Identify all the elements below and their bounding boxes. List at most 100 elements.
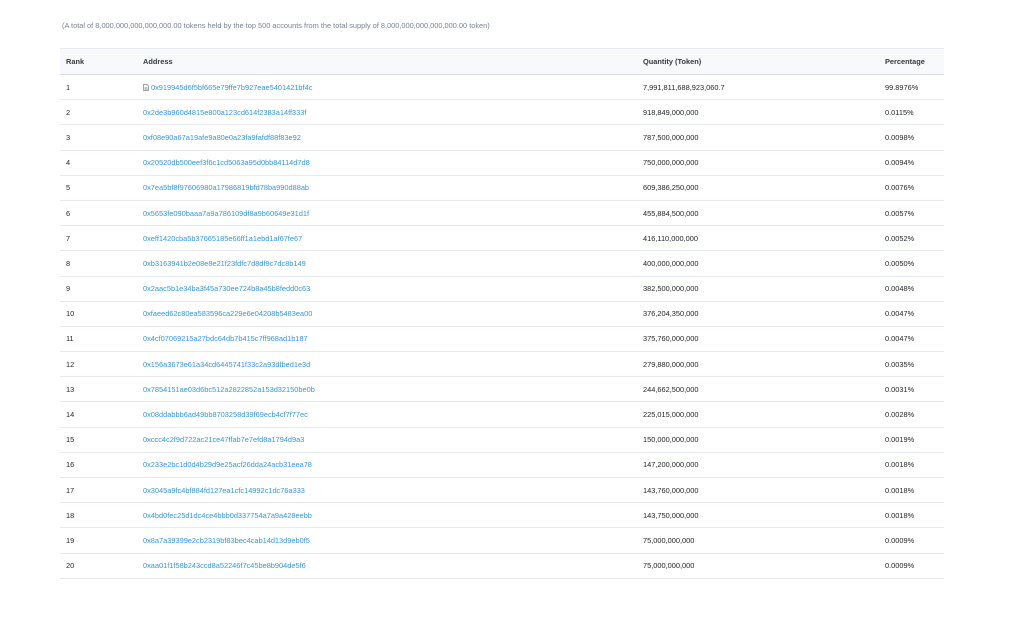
address-link[interactable]: 0x2aac5b1e34ba3f45a730ee724b8a45b8fedd0c… xyxy=(143,284,310,293)
quantity-cell: 279,880,000,000 xyxy=(637,351,885,378)
token-holders-page: (A total of 8,000,000,000,000,000.00 tok… xyxy=(0,0,1024,632)
percentage-cell: 0.0057% xyxy=(885,200,944,227)
quantity-cell: 609,386,250,000 xyxy=(637,175,885,201)
table-row: 6 0x5653fe090baaa7a9a786109df8a9b60649e3… xyxy=(60,200,944,227)
percentage-cell: 0.0047% xyxy=(885,301,944,327)
rank-cell: 20 xyxy=(60,553,137,579)
percentage-cell: 0.0018% xyxy=(885,477,944,504)
rank-cell: 19 xyxy=(60,527,137,554)
address-link[interactable]: 0x7ea5bf8f97606980a17986819bfd78ba990d88… xyxy=(143,183,309,192)
address-link[interactable]: 0x3045a9fc4bf884fd127ea1cfc14992c1dc76a3… xyxy=(143,486,305,495)
quantity-cell: 75,000,000,000 xyxy=(637,527,885,554)
rank-cell: 13 xyxy=(60,376,137,403)
address-link[interactable]: 0xfaeed62c80ea583596ca229e6e04208b5483ea… xyxy=(143,309,312,318)
table-row: 8 0xb3163941b2e08e8e21f23fdfc7d8df9c7dc8… xyxy=(60,250,944,277)
percentage-cell: 0.0048% xyxy=(885,276,944,302)
rank-cell: 8 xyxy=(60,250,137,277)
quantity-cell: 376,204,350,000 xyxy=(637,301,885,327)
rank-cell: 2 xyxy=(60,99,137,126)
address-link[interactable]: 0x2de3b960d4815e800a123cd614f2383a14ff33… xyxy=(143,108,306,117)
rank-cell: 16 xyxy=(60,452,137,479)
quantity-cell: 400,000,000,000 xyxy=(637,250,885,277)
address-link[interactable]: 0x919945d6f5bf665e79ffe7b927eae5401421bf… xyxy=(151,83,312,92)
address-link[interactable]: 0xf08e90a67a19afe9a80e0a23fa9fafdf88f83e… xyxy=(143,133,301,142)
table-row: 16 0x233e2bc1d0d4b29d9e25acf26dda24acb31… xyxy=(60,452,944,479)
quantity-cell: 918,849,000,000 xyxy=(637,99,885,126)
holders-summary: (A total of 8,000,000,000,000,000.00 tok… xyxy=(62,21,490,30)
address-cell: 0x7ea5bf8f97606980a17986819bfd78ba990d88… xyxy=(137,175,637,201)
address-column-header: Address xyxy=(137,48,637,75)
percentage-cell: 0.0031% xyxy=(885,376,944,403)
percentage-cell: 0.0115% xyxy=(885,99,944,126)
table-row: 7 0xeff1420cba5b37665185e66ff1a1ebd1af67… xyxy=(60,225,944,252)
address-link[interactable]: 0xccc4c2f9d722ac21ce47ffab7e7efd8a1794d9… xyxy=(143,435,304,444)
table-row: 10 0xfaeed62c80ea583596ca229e6e04208b548… xyxy=(60,301,944,327)
rank-cell: 12 xyxy=(60,351,137,378)
table-body: 1 0x919945d6f5bf665e79ffe7b927eae5401421… xyxy=(60,74,944,579)
table-row: 17 0x3045a9fc4bf884fd127ea1cfc14992c1dc7… xyxy=(60,477,944,504)
address-link[interactable]: 0x233e2bc1d0d4b29d9e25acf26dda24acb31eea… xyxy=(143,460,312,469)
percentage-cell: 0.0009% xyxy=(885,553,944,579)
table-row: 15 0xccc4c2f9d722ac21ce47ffab7e7efd8a179… xyxy=(60,427,944,453)
address-link[interactable]: 0x08ddabbb6ad49bb8703258d39f69ecb4cf7f77… xyxy=(143,410,308,419)
percentage-cell: 0.0028% xyxy=(885,401,944,428)
quantity-cell: 7,991,811,688,923,060.7 xyxy=(637,74,885,101)
percentage-cell: 0.0009% xyxy=(885,527,944,554)
percentage-cell: 0.0094% xyxy=(885,150,944,176)
address-link[interactable]: 0x20520db500eef3f6c1cd5063a95d0bb84114d7… xyxy=(143,158,310,167)
rank-column-header: Rank xyxy=(60,48,137,75)
address-link[interactable]: 0xaa01f1f58b243ccd8a52246f7c45be8b904de5… xyxy=(143,561,306,570)
rank-cell: 11 xyxy=(60,326,137,353)
address-cell: 0xfaeed62c80ea583596ca229e6e04208b5483ea… xyxy=(137,301,637,327)
quantity-cell: 244,662,500,000 xyxy=(637,376,885,403)
address-link[interactable]: 0x5653fe090baaa7a9a786109df8a9b60649e31d… xyxy=(143,209,309,218)
table-row: 3 0xf08e90a67a19afe9a80e0a23fa9fafdf88f8… xyxy=(60,124,944,151)
rank-cell: 1 xyxy=(60,74,137,101)
percentage-cell: 0.0050% xyxy=(885,250,944,277)
table-row: 20 0xaa01f1f58b243ccd8a52246f7c45be8b904… xyxy=(60,553,944,579)
percentage-column-header: Percentage xyxy=(885,48,944,75)
address-cell: 0x5653fe090baaa7a9a786109df8a9b60649e31d… xyxy=(137,200,637,227)
address-cell: 0xccc4c2f9d722ac21ce47ffab7e7efd8a1794d9… xyxy=(137,427,637,453)
address-cell: 0x20520db500eef3f6c1cd5063a95d0bb84114d7… xyxy=(137,150,637,176)
table-header: Rank Address Quantity (Token) Percentage xyxy=(60,48,944,75)
quantity-cell: 382,500,000,000 xyxy=(637,276,885,302)
address-cell: 0x3045a9fc4bf884fd127ea1cfc14992c1dc76a3… xyxy=(137,477,637,504)
rank-cell: 3 xyxy=(60,124,137,151)
quantity-cell: 416,110,000,000 xyxy=(637,225,885,252)
quantity-cell: 147,200,000,000 xyxy=(637,452,885,479)
percentage-cell: 0.0047% xyxy=(885,326,944,353)
quantity-cell: 150,000,000,000 xyxy=(637,427,885,453)
address-cell: 0x4bd0fec25d1dc4ce4bbb0d337754a7a9a428ee… xyxy=(137,502,637,529)
holders-table-wrapper: Rank Address Quantity (Token) Percentage… xyxy=(60,48,944,579)
rank-cell: 17 xyxy=(60,477,137,504)
address-link[interactable]: 0x156a3673e61a34cd6445741f33c2a93dfbed1e… xyxy=(143,360,310,369)
percentage-cell: 0.0018% xyxy=(885,452,944,479)
table-row: 2 0x2de3b960d4815e800a123cd614f2383a14ff… xyxy=(60,99,944,126)
rank-cell: 15 xyxy=(60,427,137,453)
rank-cell: 18 xyxy=(60,502,137,529)
quantity-cell: 455,884,500,000 xyxy=(637,200,885,227)
percentage-cell: 0.0098% xyxy=(885,124,944,151)
table-row: 18 0x4bd0fec25d1dc4ce4bbb0d337754a7a9a42… xyxy=(60,502,944,529)
address-link[interactable]: 0x8a7a39399e2cb2319bf83bec4cab14d13d9eb0… xyxy=(143,536,310,545)
address-cell: 0x7854151ae03d6bc512a2822852a153d32150be… xyxy=(137,376,637,403)
address-cell: 0x08ddabbb6ad49bb8703258d39f69ecb4cf7f77… xyxy=(137,401,637,428)
table-header-row: Rank Address Quantity (Token) Percentage xyxy=(60,48,944,75)
address-link[interactable]: 0x4bd0fec25d1dc4ce4bbb0d337754a7a9a428ee… xyxy=(143,511,312,520)
address-link[interactable]: 0xb3163941b2e08e8e21f23fdfc7d8df9c7dc8b1… xyxy=(143,259,306,268)
contract-icon xyxy=(143,83,149,91)
rank-cell: 7 xyxy=(60,225,137,252)
percentage-cell: 0.0035% xyxy=(885,351,944,378)
percentage-cell: 0.0052% xyxy=(885,225,944,252)
address-link[interactable]: 0x7854151ae03d6bc512a2822852a153d32150be… xyxy=(143,385,315,394)
table-row: 9 0x2aac5b1e34ba3f45a730ee724b8a45b8fedd… xyxy=(60,276,944,302)
quantity-cell: 225,015,000,000 xyxy=(637,401,885,428)
address-link[interactable]: 0x4cf07069215a27bdc64db7b415c7ff968ad1b1… xyxy=(143,334,308,343)
table-row: 14 0x08ddabbb6ad49bb8703258d39f69ecb4cf7… xyxy=(60,401,944,428)
holders-table: Rank Address Quantity (Token) Percentage… xyxy=(60,48,944,579)
address-link[interactable]: 0xeff1420cba5b37665185e66ff1a1ebd1af67fe… xyxy=(143,234,302,243)
table-row: 4 0x20520db500eef3f6c1cd5063a95d0bb84114… xyxy=(60,150,944,176)
rank-cell: 6 xyxy=(60,200,137,227)
quantity-cell: 787,500,000,000 xyxy=(637,124,885,151)
